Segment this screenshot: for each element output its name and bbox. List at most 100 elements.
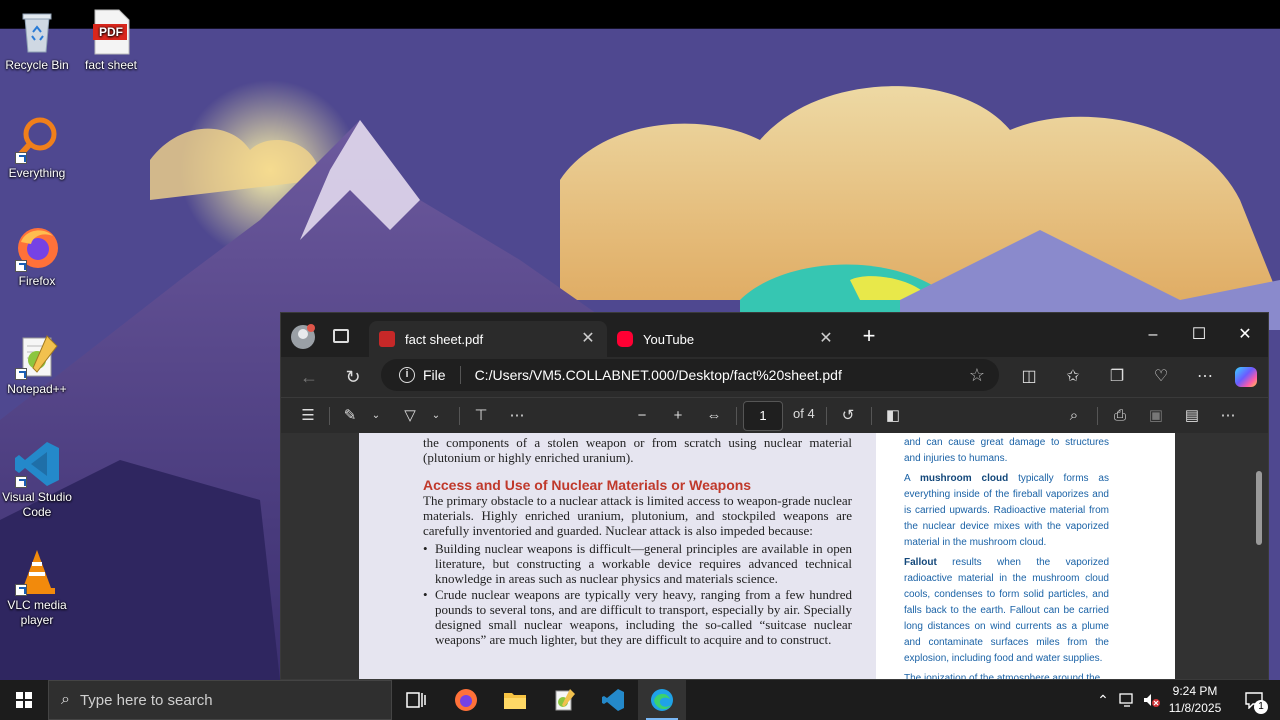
section-heading: Access and Use of Nuclear Materials or W… bbox=[423, 477, 752, 493]
vscode-icon bbox=[13, 440, 61, 488]
pdf-page: the components of a stolen weapon or fro… bbox=[359, 433, 1175, 680]
desktop-icon-label: Firefox bbox=[18, 274, 56, 288]
close-tab-icon[interactable]: ✕ bbox=[817, 330, 835, 348]
print-icon[interactable]: ⎙ bbox=[1105, 401, 1135, 431]
close-window-button[interactable]: ✕ bbox=[1222, 321, 1268, 349]
clock-time: 9:24 PM bbox=[1172, 684, 1218, 698]
everything-search-icon bbox=[13, 116, 61, 164]
pdf-toolbar: ☰ ✎ ⌄ ▽ ⌄ ⊤ ⋯ − + ⇔ 1 of 4 ↺ ◧ ⌕ ⎙ ▣ ▤ ⋯ bbox=[281, 397, 1268, 433]
desktop-icon-label: fact sheet bbox=[84, 58, 138, 72]
tab-actions-icon[interactable] bbox=[333, 329, 349, 343]
page-total-label: of 4 bbox=[793, 406, 815, 421]
right-paragraph: The ionization of the atmosphere around … bbox=[904, 673, 1101, 680]
settings-more-icon[interactable]: ⋯ bbox=[1189, 361, 1221, 393]
list-item: Crude nuclear weapons are typically very… bbox=[423, 587, 852, 647]
desktop-icon-vscode[interactable]: Visual Studio Code bbox=[0, 440, 74, 520]
minimize-button[interactable]: – bbox=[1130, 321, 1176, 349]
windows-logo-icon bbox=[16, 692, 32, 708]
taskbar-edge[interactable] bbox=[638, 680, 686, 720]
text-span: typically forms as everything inside of … bbox=[904, 473, 1109, 548]
page-number-input[interactable]: 1 bbox=[743, 401, 783, 431]
url-scheme-label: File bbox=[423, 367, 446, 383]
page-view-icon[interactable]: ◧ bbox=[878, 401, 908, 431]
taskbar-file-explorer[interactable] bbox=[491, 680, 539, 720]
save-icon[interactable]: ▣ bbox=[1141, 401, 1171, 431]
browser-essentials-icon[interactable]: ♡ bbox=[1145, 361, 1177, 393]
network-icon[interactable] bbox=[1116, 680, 1138, 720]
collections-icon[interactable]: ❐ bbox=[1101, 361, 1133, 393]
desktop-icon-firefox[interactable]: Firefox bbox=[0, 224, 74, 289]
save-as-icon[interactable]: ▤ bbox=[1177, 401, 1207, 431]
desktop-icon-recycle-bin[interactable]: Recycle Bin bbox=[0, 8, 74, 73]
vlc-cone-icon bbox=[13, 548, 61, 596]
desktop-icon-vlc[interactable]: VLC media player bbox=[0, 548, 74, 628]
text-span: A bbox=[904, 473, 920, 484]
pdf-file-icon: PDF bbox=[87, 8, 135, 56]
copilot-icon[interactable] bbox=[1235, 367, 1257, 387]
show-hidden-icons[interactable]: ⌃ bbox=[1092, 680, 1114, 720]
tab-fact-sheet-pdf[interactable]: fact sheet.pdf ✕ bbox=[369, 321, 607, 357]
split-screen-icon[interactable]: ◫ bbox=[1013, 361, 1045, 393]
zoom-in-icon[interactable]: + bbox=[663, 401, 693, 431]
desktop-icon-label: Recycle Bin bbox=[5, 58, 69, 72]
right-paragraph: and can cause great damage to structures… bbox=[904, 437, 1109, 464]
taskbar-notepad-plus-plus[interactable] bbox=[540, 680, 588, 720]
fit-to-page-icon[interactable]: ⇔ bbox=[699, 401, 729, 431]
favorites-icon[interactable]: ✩ bbox=[1057, 361, 1089, 393]
close-tab-icon[interactable]: ✕ bbox=[579, 330, 597, 348]
chevron-down-icon[interactable]: ⌄ bbox=[361, 401, 391, 431]
url-text[interactable]: C:/Users/VM5.COLLABNET.000/Desktop/fact%… bbox=[475, 367, 842, 383]
notepad-plus-plus-icon bbox=[13, 332, 61, 380]
desktop-icon-notepad-plus-plus[interactable]: Notepad++ bbox=[0, 332, 74, 397]
tab-bar: fact sheet.pdf ✕ YouTube ✕ + – ☐ ✕ bbox=[281, 313, 1268, 357]
right-paragraph: A mushroom cloud typically forms as ever… bbox=[904, 471, 1109, 551]
right-column: and can cause great damage to structures… bbox=[876, 433, 1175, 680]
toolbar-divider bbox=[736, 407, 737, 425]
start-button[interactable] bbox=[0, 680, 48, 720]
url-separator bbox=[459, 366, 461, 384]
pdf-tab-icon bbox=[379, 331, 395, 347]
pdf-badge-text: PDF bbox=[99, 25, 123, 39]
site-info-icon[interactable]: i bbox=[399, 367, 415, 383]
bullet-list: Building nuclear weapons is difficult—ge… bbox=[423, 541, 852, 647]
vertical-scrollbar[interactable] bbox=[1254, 433, 1264, 679]
desktop-icon-everything[interactable]: Everything bbox=[0, 116, 74, 181]
chevron-down-icon[interactable]: ⌄ bbox=[421, 401, 451, 431]
new-tab-button[interactable]: + bbox=[857, 325, 881, 349]
taskbar-vscode[interactable] bbox=[589, 680, 637, 720]
shortcut-arrow-icon bbox=[15, 476, 27, 488]
toolbar-divider bbox=[871, 407, 872, 425]
more-options-icon[interactable]: ⋯ bbox=[1213, 401, 1243, 431]
tab-youtube[interactable]: YouTube ✕ bbox=[607, 321, 845, 357]
desktop-icon-label: Visual Studio Code bbox=[2, 490, 72, 519]
notification-center-button[interactable]: 1 bbox=[1234, 680, 1274, 720]
address-toolbar: ← ↻ i File C:/Users/VM5.COLLABNET.000/De… bbox=[281, 357, 1268, 397]
maximize-button[interactable]: ☐ bbox=[1176, 321, 1222, 349]
more-tools-icon[interactable]: ⋯ bbox=[502, 401, 532, 431]
task-view-button[interactable] bbox=[392, 680, 440, 720]
address-bar[interactable]: i File C:/Users/VM5.COLLABNET.000/Deskto… bbox=[381, 359, 999, 391]
taskbar-firefox[interactable] bbox=[442, 680, 490, 720]
add-text-icon[interactable]: ⊤ bbox=[466, 401, 496, 431]
system-clock[interactable]: 9:24 PM 11/8/2025 bbox=[1160, 683, 1230, 717]
search-icon[interactable]: ⌕ bbox=[1059, 401, 1089, 431]
left-column: the components of a stolen weapon or fro… bbox=[359, 433, 876, 679]
favorite-star-icon[interactable]: ☆ bbox=[969, 365, 985, 386]
zoom-out-icon[interactable]: − bbox=[627, 401, 657, 431]
youtube-icon bbox=[617, 331, 633, 347]
taskbar-search-box[interactable]: ⌕ Type here to search bbox=[48, 680, 392, 720]
rotate-icon[interactable]: ↺ bbox=[833, 401, 863, 431]
pdf-viewer[interactable]: the components of a stolen weapon or fro… bbox=[281, 433, 1268, 680]
profile-avatar[interactable] bbox=[291, 324, 315, 349]
refresh-button[interactable]: ↻ bbox=[337, 361, 369, 393]
text-span: results when the vaporized radioactive m… bbox=[904, 557, 1109, 664]
taskbar: ⌕ Type here to search ⌃ 9:24 PM 11/8/202… bbox=[0, 680, 1280, 720]
back-button[interactable]: ← bbox=[293, 361, 325, 393]
scrollbar-thumb[interactable] bbox=[1256, 471, 1262, 545]
volume-muted-icon[interactable] bbox=[1140, 680, 1162, 720]
task-view-icon bbox=[406, 692, 426, 708]
firefox-icon bbox=[455, 689, 477, 711]
contents-icon[interactable]: ☰ bbox=[293, 401, 323, 431]
tab-label: YouTube bbox=[643, 331, 695, 347]
desktop-icon-fact-sheet[interactable]: PDF fact sheet bbox=[74, 8, 148, 73]
